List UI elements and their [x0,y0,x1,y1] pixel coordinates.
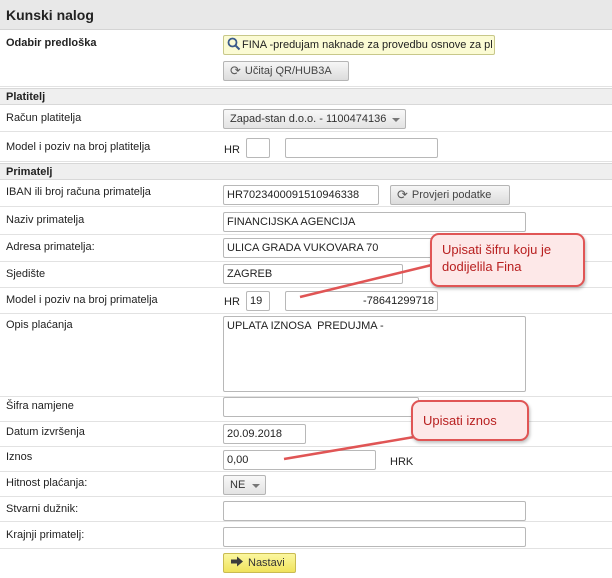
verify-button-label: Provjeri podatke [411,189,492,201]
iban-input[interactable]: HR7023400091510946338 [223,185,379,205]
callout-model-hint: Upisati šifru koju je dodijelila Fina [430,233,585,287]
payer-account-value: Zapad-stan d.o.o. - 1100474136 [230,113,387,125]
description-textarea[interactable]: UPLATA IZNOSA PREDUJMA - [223,316,526,392]
urgency-value: NE [230,479,246,491]
payer-account-label: Račun platitelja [6,112,82,124]
payer-account-select[interactable]: Zapad-stan d.o.o. - 1100474136 [223,109,406,129]
amount-label: Iznos [6,451,33,463]
final-recipient-label: Krajnji primatelj: [6,529,85,541]
recipient-seat-input[interactable]: ZAGREB [223,264,403,284]
template-search-value: FINA -predujam naknade za provedbu osnov… [242,39,493,51]
urgency-row: Hitnost plaćanja: [0,473,612,497]
page-header: Kunski nalog [0,0,612,30]
payer-model-input[interactable] [246,138,270,158]
callout-model-text: Upisati šifru koju je dodijelila Fina [442,242,552,274]
payer-reference-input[interactable] [285,138,438,158]
payer-model-prefix: HR [224,144,240,156]
refresh-icon: ⟳ [230,63,241,78]
urgency-label: Hitnost plaćanja: [6,477,88,489]
recipient-reference-input[interactable]: -78641299718 [285,291,438,311]
arrow-right-icon [230,556,244,570]
date-label: Datum izvršenja [6,426,85,438]
load-qr-button[interactable]: ⟳ Učitaj QR/HUB3A [223,61,349,81]
search-icon [227,37,241,54]
purpose-label: Šifra namjene [6,400,74,412]
recipient-name-label: Naziv primatelja [6,214,85,226]
recipient-model-label: Model i poziv na broj primatelja [6,294,158,306]
purpose-input[interactable] [223,397,419,417]
payer-section: Platitelj [0,88,612,105]
urgency-select[interactable]: NE [223,475,266,495]
recipient-section-title: Primatelj [6,166,53,178]
date-input[interactable]: 20.09.2018 [223,424,306,444]
template-search-input[interactable]: FINA -predujam naknade za provedbu osnov… [223,35,495,55]
verify-button[interactable]: ⟳ Provjeri podatke [390,185,510,205]
amount-input[interactable]: 0,00 [223,450,376,470]
recipient-model-input[interactable]: 19 [246,291,270,311]
debtor-label: Stvarni dužnik: [6,503,79,515]
chevron-down-icon [252,484,260,488]
debtor-input[interactable] [223,501,526,521]
continue-button[interactable]: Nastavi [223,553,296,573]
load-qr-button-label: Učitaj QR/HUB3A [244,65,332,77]
payer-section-title: Platitelj [6,91,46,103]
continue-button-label: Nastavi [248,557,285,569]
final-recipient-input[interactable] [223,527,526,547]
recipient-name-input[interactable]: FINANCIJSKA AGENCIJA [223,212,526,232]
refresh-icon: ⟳ [397,187,408,202]
iban-label: IBAN ili broj računa primatelja [6,186,151,198]
recipient-seat-label: Sjedište [6,268,46,280]
recipient-section: Primatelj [0,163,612,180]
recipient-address-label: Adresa primatelja: [6,241,95,253]
callout-amount-text: Upisati iznos [423,413,497,428]
description-label: Opis plaćanja [6,319,73,331]
currency-label: HRK [390,456,414,468]
submit-row [0,550,612,578]
callout-amount-hint: Upisati iznos [411,400,529,441]
payer-model-label: Model i poziv na broj platitelja [6,141,151,153]
page-title: Kunski nalog [6,7,94,23]
template-label: Odabir predloška [6,37,97,49]
recipient-model-prefix: HR [224,296,240,308]
chevron-down-icon [392,118,400,122]
